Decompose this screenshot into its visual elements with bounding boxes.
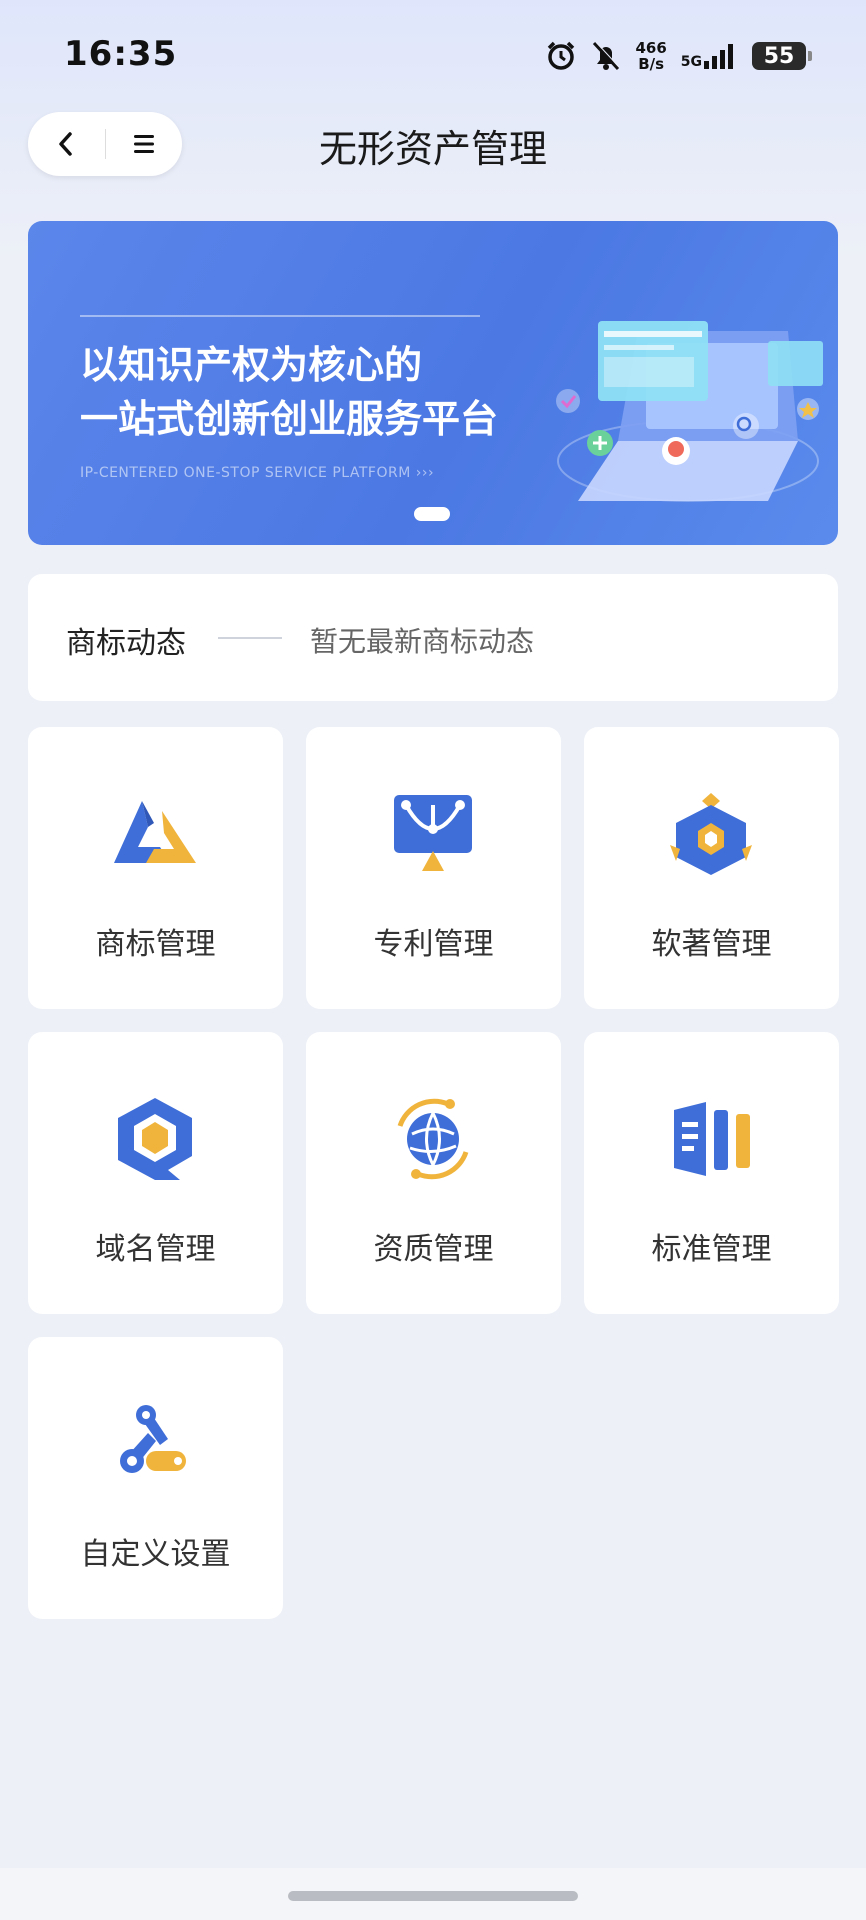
battery-level: 55 bbox=[763, 43, 795, 69]
laptop-illustration-icon bbox=[556, 321, 823, 502]
patent-icon bbox=[394, 795, 472, 871]
tile-patent[interactable]: 专利管理 bbox=[306, 727, 561, 1009]
custom-settings-icon bbox=[120, 1405, 186, 1473]
qualification-icon bbox=[397, 1098, 469, 1180]
status-icons: 466 B/s 5G 55 bbox=[545, 36, 812, 76]
tile-domain[interactable]: 域名管理 bbox=[28, 1032, 283, 1314]
banner-headline-2: 一站式创新创业服务平台 bbox=[80, 397, 499, 441]
tile-label: 自定义设置 bbox=[80, 1537, 231, 1572]
signal-icon bbox=[704, 44, 733, 69]
news-text: 暂无最新商标动态 bbox=[310, 625, 535, 658]
status-time: 16:35 bbox=[64, 34, 178, 74]
tile-label: 商标管理 bbox=[95, 927, 216, 962]
tile-custom-settings[interactable]: 自定义设置 bbox=[28, 1337, 283, 1619]
tile-trademark[interactable]: 商标管理 bbox=[28, 727, 283, 1009]
tile-label: 专利管理 bbox=[373, 927, 494, 962]
home-indicator[interactable] bbox=[288, 1891, 578, 1901]
battery-icon: 55 bbox=[752, 42, 812, 70]
tile-label: 资质管理 bbox=[373, 1232, 494, 1267]
promo-banner[interactable]: 以知识产权为核心的 一站式创新创业服务平台 IP-CENTERED ONE-ST… bbox=[28, 221, 838, 545]
news-divider bbox=[218, 637, 282, 639]
banner-subtitle: IP-CENTERED ONE-STOP SERVICE PLATFORM ››… bbox=[80, 465, 435, 481]
tile-label: 域名管理 bbox=[95, 1232, 216, 1267]
banner-headline-1: 以知识产权为核心的 bbox=[80, 343, 423, 387]
net-speed-unit: B/s bbox=[638, 55, 665, 73]
trademark-icon bbox=[114, 801, 196, 863]
net-speed-value: 466 bbox=[635, 39, 667, 57]
software-copyright-icon bbox=[670, 793, 752, 875]
tile-software-copyright[interactable]: 软著管理 bbox=[584, 727, 839, 1009]
signal-group: 5G bbox=[681, 43, 738, 69]
banner-pagination-dot[interactable] bbox=[414, 507, 450, 521]
tile-qualification[interactable]: 资质管理 bbox=[306, 1032, 561, 1314]
standard-icon bbox=[674, 1102, 750, 1176]
alarm-icon bbox=[548, 41, 575, 70]
bell-off-icon bbox=[593, 41, 621, 71]
status-bar: 16:35 466 B/s 5G 55 bbox=[0, 0, 866, 110]
page-title: 无形资产管理 bbox=[318, 127, 547, 171]
tile-label: 标准管理 bbox=[651, 1232, 772, 1267]
domain-icon bbox=[118, 1098, 192, 1180]
network-type: 5G bbox=[680, 54, 702, 70]
banner-divider bbox=[80, 315, 480, 317]
tile-standard[interactable]: 标准管理 bbox=[584, 1032, 839, 1314]
net-speed: 466 B/s bbox=[635, 40, 666, 72]
news-label: 商标动态 bbox=[66, 626, 186, 661]
tile-label: 软著管理 bbox=[651, 927, 772, 962]
trademark-news-card[interactable]: 商标动态 暂无最新商标动态 bbox=[28, 574, 838, 701]
